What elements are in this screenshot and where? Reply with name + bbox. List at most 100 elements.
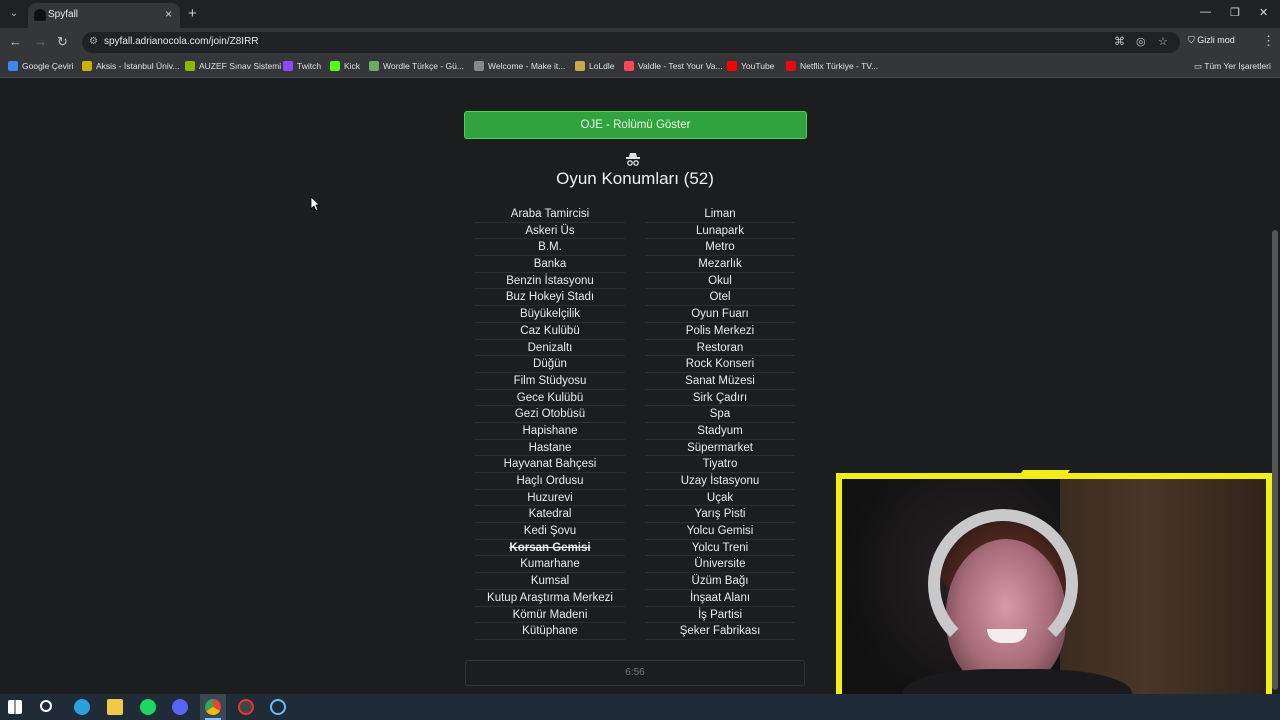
location-item[interactable]: Okul <box>645 273 795 290</box>
restore-icon[interactable]: ❐ <box>1230 6 1240 19</box>
bookmark-label: Google Çeviri <box>22 61 74 71</box>
location-item[interactable]: Gezi Otobüsü <box>475 406 625 423</box>
location-item[interactable]: Hapishane <box>475 423 625 440</box>
location-item[interactable]: Metro <box>645 239 795 257</box>
location-item[interactable]: Denizaltı <box>475 340 625 357</box>
bookmark-item[interactable]: LoLdle <box>575 61 615 71</box>
location-item[interactable]: Kütüphane <box>475 623 625 640</box>
discord-icon[interactable] <box>172 699 188 715</box>
new-tab-icon[interactable]: + <box>188 5 197 22</box>
file-explorer-icon[interactable] <box>107 699 123 715</box>
telegram-icon[interactable] <box>74 699 90 715</box>
location-item[interactable]: Şeker Fabrikası <box>645 623 795 640</box>
location-item[interactable]: Kumarhane <box>475 556 625 574</box>
bookmarks-bar: ▭ Tüm Yer İşaretleri Google Çeviri Aksis … <box>0 56 1280 78</box>
location-item[interactable]: Huzurevi <box>475 490 625 507</box>
site-info-icon[interactable]: ⚙ <box>89 36 98 47</box>
tab-strip: ⌄ Spyfall × + — ❐ ✕ <box>0 0 1280 28</box>
location-item[interactable]: Korsan Gemisi <box>475 540 625 557</box>
location-item[interactable]: Sirk Çadırı <box>645 390 795 407</box>
locations-column-left: Araba Tamircisi Askeri Üs B.M. Banka Benzin … <box>475 206 625 640</box>
all-bookmarks[interactable]: ▭ Tüm Yer İşaretleri <box>1194 61 1271 72</box>
location-item[interactable]: Polis Merkezi <box>645 323 795 340</box>
location-item[interactable]: Üzüm Bağı <box>645 573 795 590</box>
location-item[interactable]: Üniversite <box>645 556 795 574</box>
bookmark-item[interactable]: Kick <box>330 61 360 71</box>
browser-tab[interactable]: Spyfall × <box>28 3 180 28</box>
scrollbar-thumb[interactable] <box>1272 230 1278 690</box>
location-item[interactable]: İş Partisi <box>645 607 795 624</box>
location-item[interactable]: Düğün <box>475 356 625 373</box>
translate-icon[interactable]: ⌘ <box>1114 35 1125 48</box>
bookmark-star-icon[interactable]: ☆ <box>1158 35 1168 48</box>
tab-search-icon[interactable]: ⌄ <box>6 6 22 22</box>
bookmark-item[interactable]: Welcome - Make it... <box>474 61 565 71</box>
chrome-icon[interactable] <box>205 699 221 715</box>
location-item[interactable]: Buz Hokeyi Stadı <box>475 289 625 307</box>
close-window-icon[interactable]: ✕ <box>1259 6 1268 19</box>
forward-icon[interactable]: → <box>34 34 47 49</box>
bookmark-item[interactable]: AUZEF Sınav Sistemi <box>185 61 281 71</box>
location-item[interactable]: Araba Tamircisi <box>475 206 625 223</box>
location-item[interactable]: İnşaat Alanı <box>645 590 795 607</box>
location-item[interactable]: Tiyatro <box>645 456 795 473</box>
location-item[interactable]: Askeri Üs <box>475 223 625 240</box>
bookmark-label: Wordle Türkçe - Gü... <box>383 61 464 71</box>
location-item[interactable]: Sanat Müzesi <box>645 373 795 390</box>
location-item[interactable]: Uçak <box>645 490 795 507</box>
back-icon[interactable]: ← <box>9 34 22 49</box>
location-item[interactable]: Oyun Fuarı <box>645 306 795 323</box>
bookmark-item[interactable]: Google Çeviri <box>8 61 74 71</box>
reload-icon[interactable]: ↻ <box>57 34 68 50</box>
start-icon[interactable] <box>8 700 22 714</box>
location-item[interactable]: Film Stüdyosu <box>475 373 625 390</box>
location-item[interactable]: Haçlı Ordusu <box>475 473 625 490</box>
location-item[interactable]: Restoran <box>645 340 795 357</box>
location-item[interactable]: Banka <box>475 256 625 273</box>
location-item[interactable]: B.M. <box>475 239 625 257</box>
bookmark-item[interactable]: YouTube <box>727 61 774 71</box>
bookmark-item[interactable]: Wordle Türkçe - Gü... <box>369 61 464 71</box>
url-text: spyfall.adrianocola.com/join/Z8IRR <box>104 36 259 47</box>
location-item[interactable]: Kedi Şovu <box>475 523 625 540</box>
location-item[interactable]: Stadyum <box>645 423 795 440</box>
location-item[interactable]: Süpermarket <box>645 440 795 457</box>
location-item[interactable]: Büyükelçilik <box>475 306 625 323</box>
locations-title: Oyun Konumları (52) <box>556 169 714 188</box>
location-item[interactable]: Yolcu Gemisi <box>645 523 795 540</box>
location-item[interactable]: Uzay İstasyonu <box>645 473 795 490</box>
location-item[interactable]: Kutup Araştırma Merkezi <box>475 590 625 607</box>
location-item[interactable]: Spa <box>645 406 795 423</box>
location-item[interactable]: Kumsal <box>475 573 625 590</box>
location-item[interactable]: Katedral <box>475 506 625 524</box>
bookmark-item[interactable]: Netflix Türkiye - TV... <box>786 61 878 71</box>
location-item[interactable]: Liman <box>645 206 795 223</box>
bookmark-item[interactable]: Aksis - İstanbul Üniv... <box>82 61 179 71</box>
location-item[interactable]: Kömür Madeni <box>475 607 625 624</box>
steam-icon[interactable] <box>270 699 286 715</box>
location-item[interactable]: Hastane <box>475 440 625 457</box>
location-item[interactable]: Lunapark <box>645 223 795 240</box>
location-item[interactable]: Otel <box>645 289 795 307</box>
location-item[interactable]: Yarış Pisti <box>645 506 795 524</box>
bookmark-favicon-icon <box>283 61 293 71</box>
bookmark-item[interactable]: Valdle - Test Your Va... <box>624 61 723 71</box>
tracking-protection-icon[interactable]: ◎ <box>1136 35 1146 48</box>
riot-client-icon[interactable] <box>238 699 254 715</box>
minimize-icon[interactable]: — <box>1200 6 1211 18</box>
location-item[interactable]: Mezarlık <box>645 256 795 273</box>
location-item[interactable]: Yolcu Treni <box>645 540 795 557</box>
location-item[interactable]: Gece Kulübü <box>475 390 625 407</box>
spotify-icon[interactable] <box>140 699 156 715</box>
location-item[interactable]: Rock Konseri <box>645 356 795 373</box>
menu-icon[interactable]: ⋮ <box>1262 33 1275 49</box>
location-item[interactable]: Caz Kulübü <box>475 323 625 340</box>
location-item[interactable]: Benzin İstasyonu <box>475 273 625 290</box>
bookmark-item[interactable]: Twitch <box>283 61 321 71</box>
incognito-indicator[interactable]: ⛉ Gizli mod <box>1188 35 1235 46</box>
search-icon[interactable] <box>40 700 52 712</box>
location-item[interactable]: Hayvanat Bahçesi <box>475 456 625 473</box>
close-tab-icon[interactable]: × <box>165 7 172 21</box>
show-role-button[interactable]: OJE - Rolümü Göster <box>464 111 807 139</box>
address-bar[interactable]: ⚙ spyfall.adrianocola.com/join/Z8IRR ⌘ ◎… <box>82 32 1180 53</box>
